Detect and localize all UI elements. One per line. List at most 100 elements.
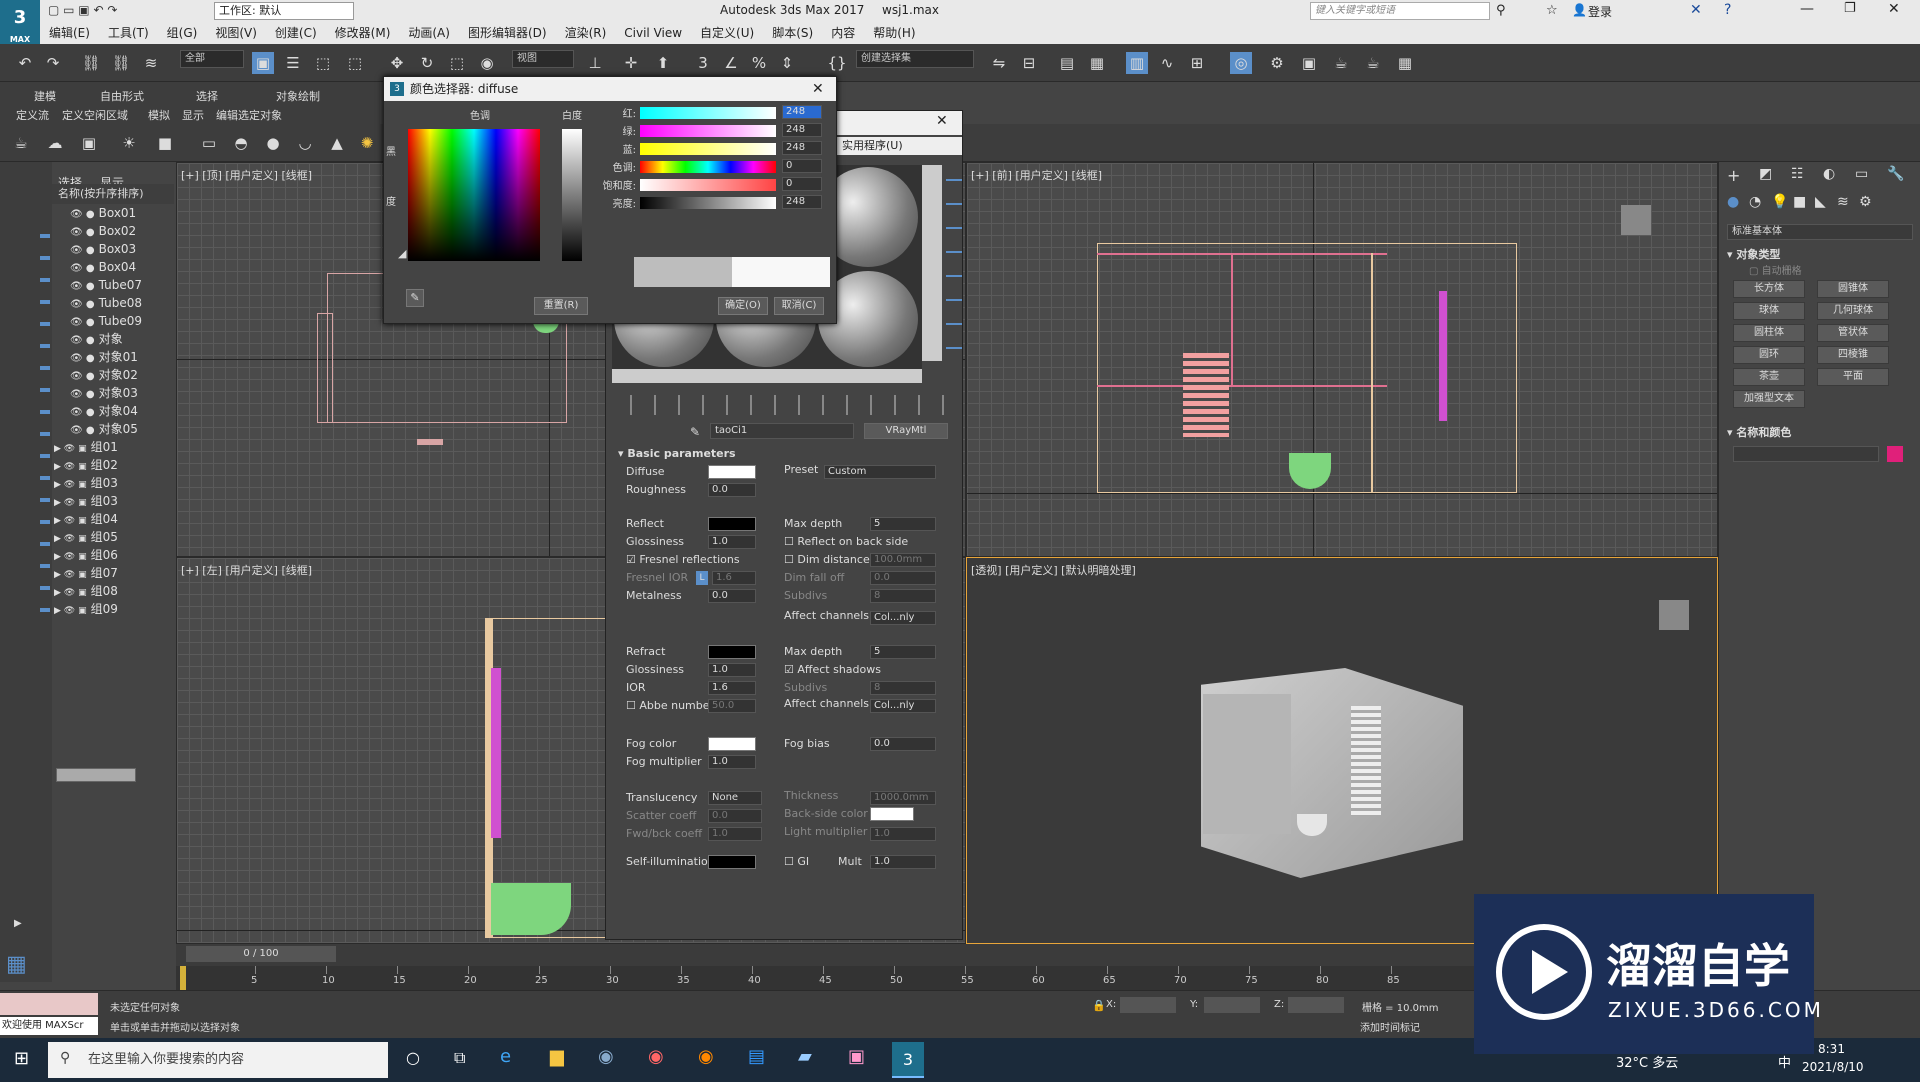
z-coord-field[interactable] <box>1288 997 1344 1013</box>
visibility-icon[interactable]: 👁 ● <box>70 299 95 310</box>
expand-arrow-icon[interactable]: ▶ 👁 ▣ <box>54 516 87 526</box>
redo-icon[interactable]: ↷ <box>42 52 64 74</box>
param-spinner[interactable]: 1000.0mm <box>870 791 936 805</box>
viewport-label[interactable]: [+] [左] [用户定义] [线框] <box>181 562 312 578</box>
user-icon[interactable]: 👤 <box>1572 3 1587 17</box>
param-spinner[interactable]: 1.0 <box>708 663 756 677</box>
menu-item[interactable]: 自定义(U) <box>691 22 763 44</box>
group-item[interactable]: ▶ 👁 ▣ 组09 <box>54 600 118 618</box>
rendered-frame-icon[interactable]: ▣ <box>1298 52 1320 74</box>
keyboard-shortcut-icon[interactable]: ⬆ <box>652 52 674 74</box>
checkbox[interactable]: ☑ Fresnel reflections <box>626 553 740 566</box>
param-spinner[interactable]: 1.6 <box>708 681 756 695</box>
color-swatch[interactable] <box>708 737 756 751</box>
object-type-button[interactable]: 几何球体 <box>1817 302 1889 320</box>
undo-icon[interactable]: ↶ <box>14 52 36 74</box>
color-slider[interactable] <box>640 179 776 191</box>
basic-params-rollout[interactable]: ▾ Basic parameters <box>612 447 952 463</box>
maximize-button[interactable]: ❐ <box>1844 1 1856 16</box>
visibility-icon[interactable]: 👁 ● <box>70 407 95 418</box>
list-item[interactable]: 👁 ● 对象 <box>70 330 123 348</box>
app2-icon[interactable]: ◉ <box>648 1046 664 1067</box>
eyedropper-icon[interactable]: ✎ <box>406 289 424 307</box>
add-time-tag[interactable]: 添加时间标记 <box>1360 1019 1420 1034</box>
visibility-icon[interactable]: 👁 ● <box>70 227 95 238</box>
param-spinner[interactable]: Custom <box>824 465 936 479</box>
color-value-spinner[interactable]: 248 <box>782 141 822 155</box>
visibility-icon[interactable]: 👁 ● <box>70 263 95 274</box>
clock-time[interactable]: 8:31 <box>1818 1042 1845 1056</box>
param-spinner[interactable]: 0.0 <box>870 737 936 751</box>
select-by-name-icon[interactable]: ☰ <box>282 52 304 74</box>
dome-icon[interactable]: ◓ <box>230 132 252 154</box>
cameras-icon[interactable]: ■ <box>1793 194 1806 210</box>
color-swatch[interactable] <box>708 855 756 869</box>
param-spinner[interactable]: 1.0 <box>708 755 756 769</box>
param-spinner[interactable]: Col...nly <box>870 699 936 713</box>
ok-button[interactable]: 确定(O) <box>718 297 768 315</box>
render-setup-icon[interactable]: ⚙ <box>1266 52 1288 74</box>
color-swatch[interactable] <box>870 807 914 821</box>
hierarchy-tab-icon[interactable]: ☷ <box>1791 166 1804 182</box>
select-object-icon[interactable]: ▣ <box>252 52 274 74</box>
cancel-button[interactable]: 取消(C) <box>774 297 824 315</box>
camera-icon[interactable]: ■ <box>154 132 176 154</box>
ribbon-tab[interactable]: 对象绘制 <box>276 88 320 104</box>
group-item[interactable]: ▶ 👁 ▣ 组01 <box>54 438 118 456</box>
ime-indicator[interactable]: 中 <box>1778 1052 1791 1071</box>
utilities-tab-icon[interactable]: 🔧 <box>1887 166 1904 182</box>
group-item[interactable]: ▶ 👁 ▣ 组03 <box>54 492 118 510</box>
y-coord-field[interactable] <box>1204 997 1260 1013</box>
visibility-icon[interactable]: 👁 ● <box>70 335 95 346</box>
curve-editor-icon[interactable]: ∿ <box>1156 52 1178 74</box>
visibility-icon[interactable]: 👁 ● <box>70 245 95 256</box>
systems-icon[interactable]: ⚙ <box>1859 194 1872 210</box>
edit-named-selection-icon[interactable]: {} <box>826 52 848 74</box>
visibility-icon[interactable]: 👁 ● <box>70 425 95 436</box>
maxscript-input[interactable]: 欢迎使用 MAXScr <box>0 1017 98 1035</box>
list-item[interactable]: 👁 ● Box04 <box>70 258 136 276</box>
group-item[interactable]: ▶ 👁 ▣ 组08 <box>54 582 118 600</box>
named-selection-dropdown[interactable]: 创建选择集 <box>856 50 974 68</box>
visibility-icon[interactable]: 👁 ● <box>70 209 95 220</box>
menu-item[interactable]: 视图(V) <box>206 22 266 44</box>
weather-temp[interactable]: 32°C 多云 <box>1616 1052 1678 1071</box>
color-slider[interactable] <box>640 161 776 173</box>
unlink-icon[interactable]: ⛓ <box>110 52 132 74</box>
frame-counter[interactable]: 0 / 100 <box>186 946 336 962</box>
param-spinner[interactable]: 50.0 <box>708 699 756 713</box>
material-type-button[interactable]: VRayMtl <box>864 423 948 439</box>
group-item[interactable]: ▶ 👁 ▣ 组02 <box>54 456 118 474</box>
color-value-spinner[interactable]: 248 <box>782 105 822 119</box>
app-icon[interactable]: ◉ <box>598 1046 614 1067</box>
color-value-spinner[interactable]: 0 <box>782 177 822 191</box>
object-type-button[interactable]: 圆锥体 <box>1817 280 1889 298</box>
expand-arrow-icon[interactable]: ▶ 👁 ▣ <box>54 444 87 454</box>
param-spinner[interactable]: Col...nly <box>870 611 936 625</box>
help-icon[interactable]: ? <box>1724 2 1731 18</box>
mirror-icon[interactable]: ⇋ <box>988 52 1010 74</box>
close-icon[interactable]: ✕ <box>812 77 824 101</box>
cone-icon[interactable]: ▲ <box>326 132 348 154</box>
color-swatch[interactable] <box>708 645 756 659</box>
motion-tab-icon[interactable]: ◐ <box>1823 166 1835 182</box>
sample-scrollbar[interactable] <box>612 369 922 383</box>
list-item[interactable]: 👁 ● Box03 <box>70 240 136 258</box>
color-value-spinner[interactable]: 248 <box>782 123 822 137</box>
shapes-icon[interactable]: ◔ <box>1749 194 1761 210</box>
color-slider[interactable] <box>640 107 776 119</box>
max-logo[interactable]: 3 MAX <box>0 0 40 44</box>
group-item[interactable]: ▶ 👁 ▣ 组04 <box>54 510 118 528</box>
explorer-header[interactable]: 名称(按升序排序) <box>52 184 174 204</box>
teapot-icon[interactable]: ☕ <box>10 132 32 154</box>
list-item[interactable]: 👁 ● 对象04 <box>70 402 138 420</box>
param-spinner[interactable]: None <box>708 791 762 805</box>
group-item[interactable]: ▶ 👁 ▣ 组07 <box>54 564 118 582</box>
list-item[interactable]: 👁 ● Box02 <box>70 222 136 240</box>
bind-spacewarp-icon[interactable]: ≋ <box>140 52 162 74</box>
scene-explorer-icon[interactable]: ▥ <box>1126 52 1148 74</box>
menu-item[interactable]: 修改器(M) <box>326 22 400 44</box>
sun-icon[interactable]: ✺ <box>356 132 378 154</box>
toggle-ribbon-icon[interactable]: ▦ <box>1086 52 1108 74</box>
color-slider[interactable] <box>640 125 776 137</box>
